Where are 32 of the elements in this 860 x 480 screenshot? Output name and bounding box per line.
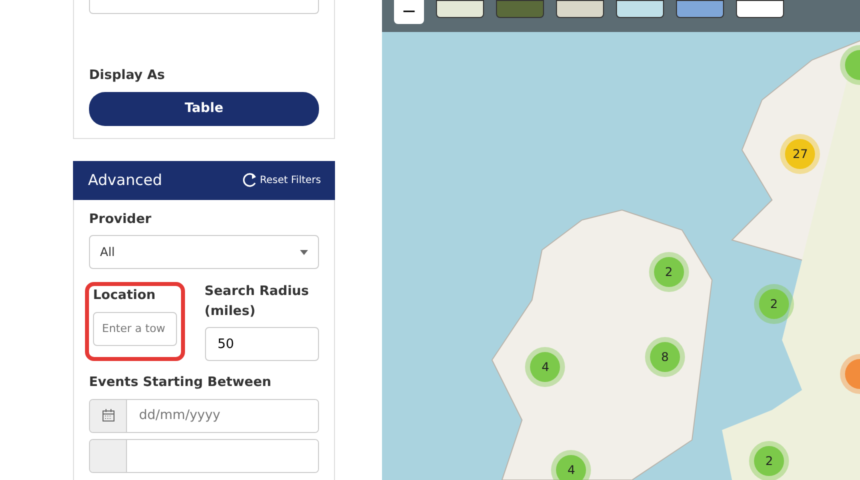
cluster-marker[interactable]: 4 <box>551 450 592 480</box>
cluster-marker[interactable]: 27 <box>780 134 820 174</box>
field-label: Provider <box>89 210 152 228</box>
date-field[interactable] <box>89 439 319 473</box>
cluster-marker[interactable]: 2 <box>754 284 794 324</box>
zoom-out-button[interactable]: − <box>394 0 424 24</box>
layer-thumbnail[interactable] <box>436 0 484 18</box>
field-label: Location <box>93 287 157 305</box>
select-field[interactable] <box>89 0 319 14</box>
provider-select[interactable]: All <box>89 235 319 269</box>
cluster-marker[interactable]: 2 <box>749 440 790 480</box>
calendar-icon <box>102 409 114 422</box>
field-label: Events Starting Between <box>89 374 272 392</box>
field-label: Display As <box>89 67 166 85</box>
date-field[interactable]: dd/mm/yyyy <box>89 398 319 432</box>
layer-thumbnail[interactable] <box>736 0 784 18</box>
refresh-icon <box>242 172 258 188</box>
cluster-marker[interactable]: 4 <box>525 347 566 388</box>
layer-thumbnail[interactable] <box>616 0 664 18</box>
layer-thumbnail[interactable] <box>496 0 544 18</box>
caret-icon <box>300 250 308 254</box>
panel-title: Advanced <box>88 170 162 191</box>
reset-filters-link[interactable]: Reset Filters <box>242 172 321 188</box>
cluster-marker[interactable]: 8 <box>644 337 685 378</box>
field-label: Search Radius (miles) <box>204 283 310 320</box>
radius-input[interactable]: 50 <box>204 327 319 361</box>
map-background[interactable]: − 27 2 2 8 4 4 2 <box>382 0 860 480</box>
cluster-marker[interactable]: 2 <box>648 252 689 292</box>
location-input[interactable]: Enter a tow <box>93 312 177 346</box>
layer-thumbnail[interactable] <box>556 0 604 18</box>
table-button[interactable]: Table <box>89 92 319 126</box>
layer-thumbnail[interactable] <box>676 0 724 18</box>
